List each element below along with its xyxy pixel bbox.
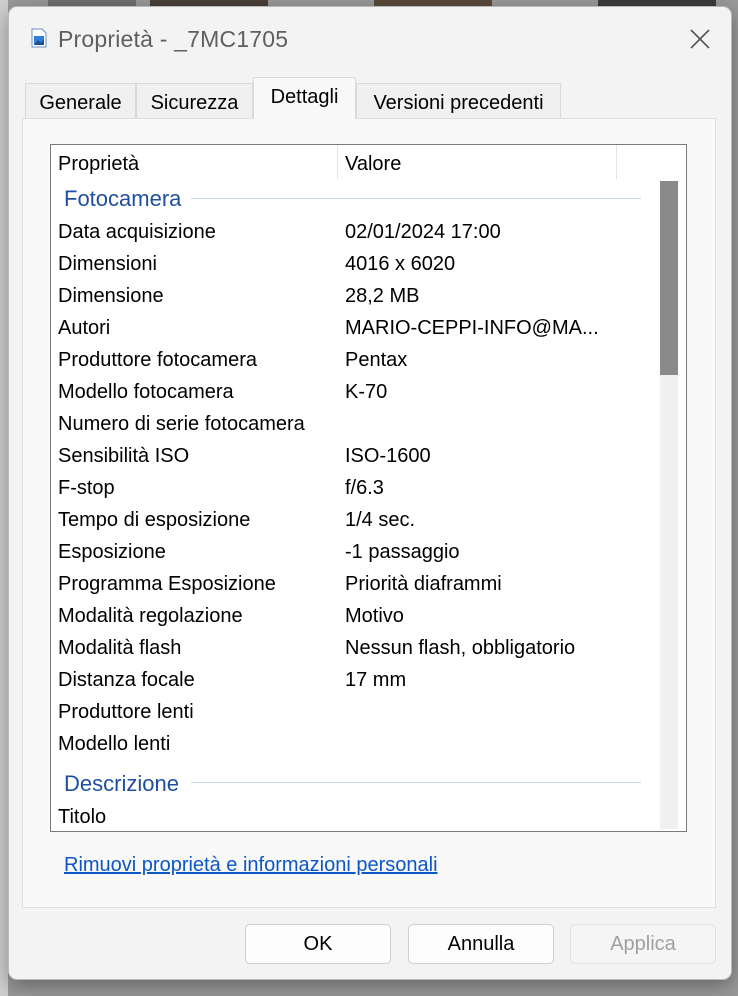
- property-name[interactable]: Modello lenti: [58, 733, 170, 756]
- window-title: Proprietà - _7MC1705: [58, 26, 289, 52]
- column-header-property[interactable]: Proprietà: [58, 153, 139, 176]
- property-name[interactable]: Dimensioni: [58, 253, 157, 276]
- property-name[interactable]: Produttore fotocamera: [58, 349, 257, 372]
- group-title-fotocamera[interactable]: Fotocamera: [64, 186, 181, 212]
- title-bar: Proprietà - _7MC1705: [9, 7, 731, 69]
- property-name[interactable]: Modalità regolazione: [58, 605, 243, 628]
- property-value[interactable]: 02/01/2024 17:00: [345, 221, 501, 244]
- property-name[interactable]: Modalità flash: [58, 637, 181, 660]
- property-value[interactable]: Priorità diaframmi: [345, 573, 502, 596]
- column-separator[interactable]: [337, 145, 338, 179]
- apply-button[interactable]: Applica: [570, 924, 716, 964]
- tab-dettagli[interactable]: Dettagli: [253, 77, 356, 119]
- property-value[interactable]: 28,2 MB: [345, 285, 419, 308]
- column-separator[interactable]: [616, 145, 617, 179]
- property-name[interactable]: F-stop: [58, 477, 115, 500]
- property-name[interactable]: Data acquisizione: [58, 221, 216, 244]
- property-value[interactable]: -1 passaggio: [345, 541, 460, 564]
- property-value[interactable]: Motivo: [345, 605, 404, 628]
- vertical-scrollbar[interactable]: [660, 181, 678, 829]
- cancel-button[interactable]: Annulla: [408, 924, 554, 964]
- tab-versioni-precedenti[interactable]: Versioni precedenti: [356, 83, 561, 118]
- ok-button[interactable]: OK: [245, 924, 391, 964]
- details-panel: Proprietà Valore Fotocamera Data acquisi…: [22, 118, 716, 908]
- tab-sicurezza[interactable]: Sicurezza: [136, 83, 253, 118]
- property-name[interactable]: Produttore lenti: [58, 701, 194, 724]
- property-name[interactable]: Tempo di esposizione: [58, 509, 250, 532]
- property-name[interactable]: Programma Esposizione: [58, 573, 276, 596]
- list-header: Proprietà Valore: [51, 145, 651, 181]
- image-file-icon: [31, 28, 47, 48]
- property-value[interactable]: Nessun flash, obbligatorio: [345, 637, 575, 660]
- property-value[interactable]: ISO-1600: [345, 445, 431, 468]
- property-value[interactable]: Pentax: [345, 349, 407, 372]
- property-name[interactable]: Dimensione: [58, 285, 164, 308]
- properties-list[interactable]: Proprietà Valore Fotocamera Data acquisi…: [50, 144, 687, 832]
- property-name[interactable]: Sensibilità ISO: [58, 445, 189, 468]
- property-value[interactable]: 17 mm: [345, 669, 406, 692]
- background-window-edge: [0, 0, 8, 996]
- property-value[interactable]: 1/4 sec.: [345, 509, 415, 532]
- close-icon[interactable]: [683, 22, 717, 56]
- property-value[interactable]: K-70: [345, 381, 387, 404]
- property-name[interactable]: Esposizione: [58, 541, 166, 564]
- property-name[interactable]: Numero di serie fotocamera: [58, 413, 305, 436]
- group-divider: [191, 782, 641, 783]
- scrollbar-thumb[interactable]: [660, 181, 678, 375]
- property-name[interactable]: Autori: [58, 317, 110, 340]
- property-name[interactable]: Modello fotocamera: [58, 381, 234, 404]
- properties-dialog: Proprietà - _7MC1705 Generale Sicurezza …: [8, 6, 732, 980]
- column-header-value[interactable]: Valore: [345, 153, 401, 176]
- group-title-descrizione[interactable]: Descrizione: [64, 771, 179, 797]
- property-value[interactable]: MARIO-CEPPI-INFO@MA...: [345, 317, 599, 340]
- group-divider: [191, 198, 641, 199]
- property-name[interactable]: Distanza focale: [58, 669, 195, 692]
- property-value[interactable]: 4016 x 6020: [345, 253, 455, 276]
- property-name[interactable]: Titolo: [58, 806, 106, 829]
- remove-properties-link[interactable]: Rimuovi proprietà e informazioni persona…: [64, 854, 438, 877]
- property-value[interactable]: f/6.3: [345, 477, 384, 500]
- tab-generale[interactable]: Generale: [25, 83, 136, 118]
